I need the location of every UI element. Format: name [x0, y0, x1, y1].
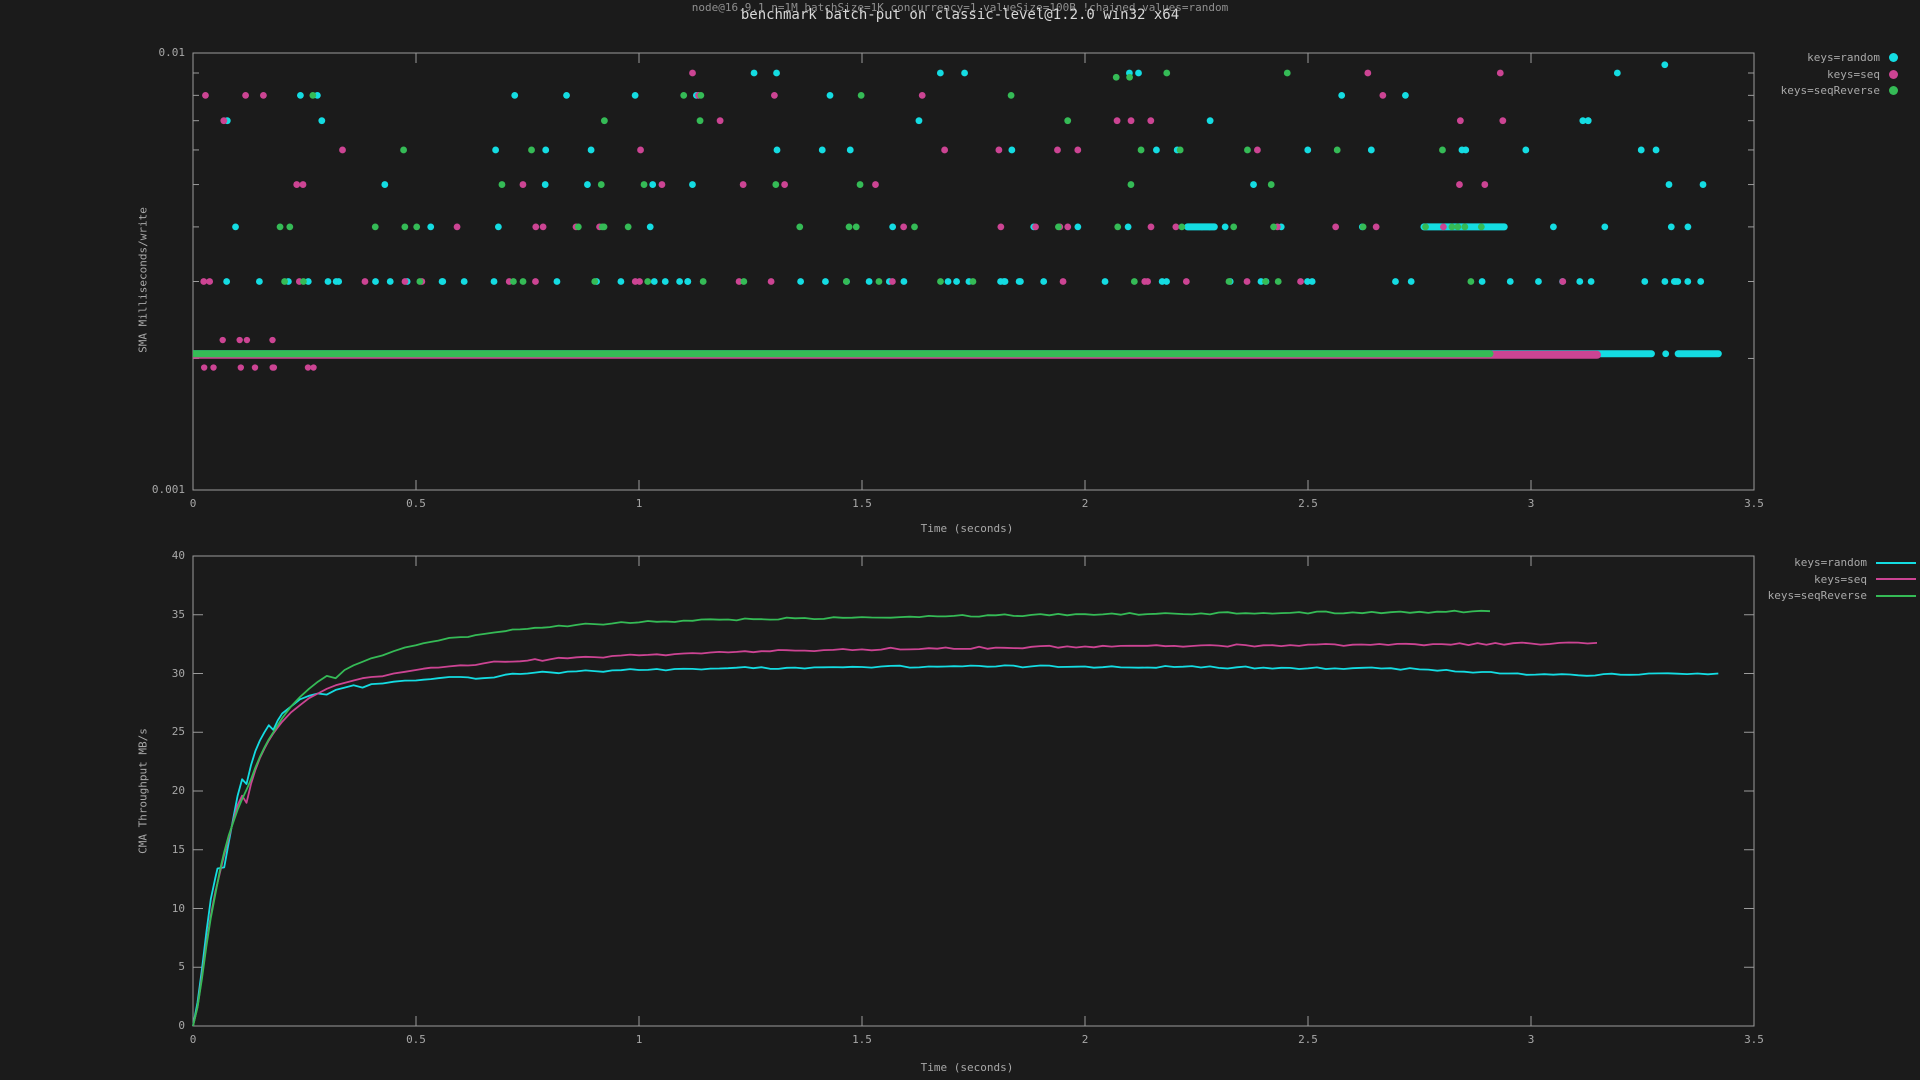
gnuplot-benchmark-image: { "page": { "bg": "#1b1b1b", "text_color…	[0, 0, 1920, 1080]
legend-item-random: keys=random	[1807, 50, 1898, 65]
scatter-y-axis-label: SMA Milliseconds/write	[137, 207, 150, 353]
y-tick-label: 35	[105, 608, 185, 621]
y-tick-label: 0.001	[105, 483, 185, 496]
legend-label: keys=seqReverse	[1781, 83, 1880, 98]
line-series-layer	[193, 611, 1718, 1026]
charts-svg	[0, 0, 1920, 1080]
y-tick-label: 5	[105, 960, 185, 973]
x-tick-label: 3	[1506, 497, 1556, 510]
y-tick-label: 25	[105, 725, 185, 738]
legend-item-seq: keys=seq	[1827, 67, 1898, 82]
line-series-seqReverse	[193, 611, 1490, 1026]
legend-marker-dot	[1889, 70, 1898, 79]
legend-label: keys=random	[1807, 50, 1880, 65]
x-tick-label: 2.5	[1283, 1033, 1333, 1046]
legend-label: keys=seq	[1814, 572, 1867, 587]
x-tick-label: 2	[1060, 1033, 1110, 1046]
x-tick-label: 0.5	[391, 497, 441, 510]
legend-marker-line	[1876, 562, 1916, 564]
x-tick-label: 1.5	[837, 497, 887, 510]
legend-item-seqReverse: keys=seqReverse	[1781, 83, 1898, 98]
legend-label: keys=seqReverse	[1768, 588, 1867, 603]
line-x-axis-label: Time (seconds)	[921, 1061, 1014, 1074]
x-tick-label: 3.5	[1729, 497, 1779, 510]
y-tick-label: 0	[105, 1019, 185, 1032]
y-tick-label: 15	[105, 843, 185, 856]
scatter-series-layer	[193, 61, 1718, 370]
y-tick-label: 10	[105, 902, 185, 915]
legend-marker-dot	[1889, 86, 1898, 95]
plot-border	[193, 53, 1754, 490]
y-tick-label: 40	[105, 549, 185, 562]
line-series-seq	[193, 643, 1597, 1027]
legend-label: keys=random	[1794, 555, 1867, 570]
legend-item-random: keys=random	[1794, 555, 1916, 570]
x-tick-label: 3	[1506, 1033, 1556, 1046]
x-tick-label: 1.5	[837, 1033, 887, 1046]
x-tick-label: 2	[1060, 497, 1110, 510]
legend-marker-line	[1876, 595, 1916, 597]
y-tick-label: 20	[105, 784, 185, 797]
x-tick-label: 1	[614, 1033, 664, 1046]
x-tick-label: 0	[168, 1033, 218, 1046]
legend-marker-line	[1876, 578, 1916, 580]
x-tick-label: 0	[168, 497, 218, 510]
scatter-x-axis-label: Time (seconds)	[921, 522, 1014, 535]
y-tick-label: 30	[105, 667, 185, 680]
plot-border	[193, 556, 1754, 1026]
legend-marker-dot	[1889, 53, 1898, 62]
line-series-random	[193, 665, 1718, 1026]
x-tick-label: 3.5	[1729, 1033, 1779, 1046]
x-tick-label: 0.5	[391, 1033, 441, 1046]
legend-item-seqReverse: keys=seqReverse	[1768, 588, 1916, 603]
legend-label: keys=seq	[1827, 67, 1880, 82]
x-tick-label: 2.5	[1283, 497, 1333, 510]
x-tick-label: 1	[614, 497, 664, 510]
y-tick-label: 0.01	[105, 46, 185, 59]
legend-item-seq: keys=seq	[1814, 572, 1916, 587]
